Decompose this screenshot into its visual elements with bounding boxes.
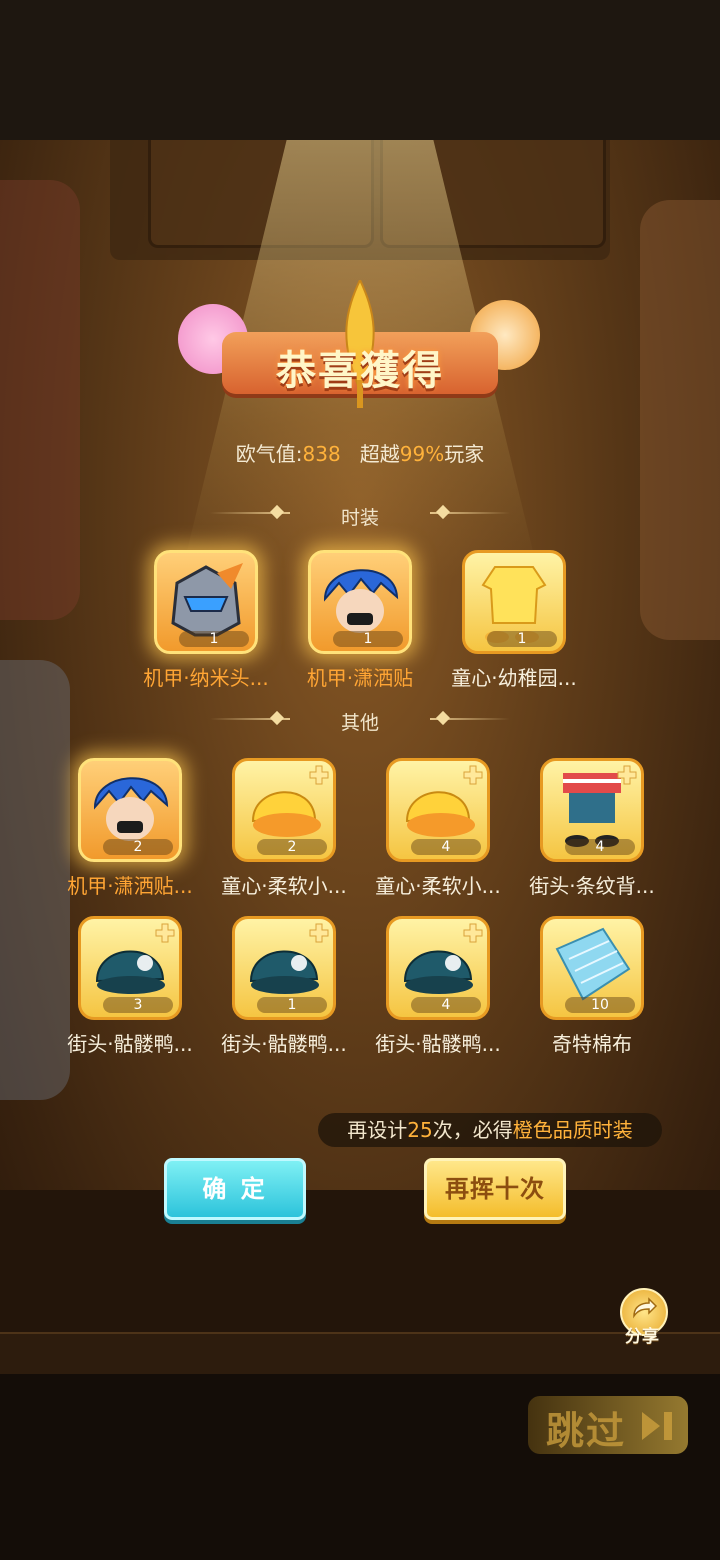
title-text: 恭喜獲得 [276,348,444,394]
share-label[interactable]: 分享 [612,1322,672,1347]
plus-badge-icon [617,765,637,785]
plus-badge-icon [463,923,483,943]
reward-item-2[interactable]: 1 [308,550,412,654]
notice-prefix: 再设计 [347,1118,408,1142]
reward-item-name: 奇特棉布 [552,1032,632,1056]
plus-badge-icon [155,923,175,943]
skip-arrow-icon[interactable] [640,1408,680,1444]
luck-label: 欧气值: [235,442,303,466]
reward-item-3[interactable]: 1 [462,550,566,654]
item-count: 2 [257,839,327,855]
reward-item-10[interactable]: 4 [386,916,490,1020]
luck-summary: 欧气值:838 超越99%玩家 [0,438,720,467]
item-count: 1 [487,631,557,647]
reward-item-name: 街头·骷髅鸭... [67,1032,193,1056]
notice-reward: 橙色品质时装 [512,1118,633,1142]
draw-ten-again-button[interactable]: 再挥十次 [424,1158,566,1220]
reward-item-name: 机甲·潇洒贴 [306,666,414,690]
surpass-label: 超越 [359,442,400,466]
reward-item-name: 街头·条纹背... [529,874,655,898]
reward-item-name: 街头·骷髅鸭... [221,1032,347,1056]
reward-item-9[interactable]: 1 [232,916,336,1020]
reward-item-4[interactable]: 2 [78,758,182,862]
reward-item-6[interactable]: 4 [386,758,490,862]
left-side-decoration [0,180,80,620]
reward-item-11[interactable]: 10 [540,916,644,1020]
reward-item-name: 机甲·潇洒贴... [67,874,193,898]
plus-badge-icon [463,765,483,785]
reward-item-1[interactable]: 1 [154,550,258,654]
reward-item-7[interactable]: 4 [540,758,644,862]
plus-badge-icon [309,923,329,943]
item-count: 4 [411,997,481,1013]
reward-item-name: 街头·骷髅鸭... [375,1032,501,1056]
plus-badge-icon [309,765,329,785]
reward-item-name: 童心·柔软小... [375,874,501,898]
confirm-button[interactable]: 确 定 [164,1158,306,1220]
section-title-other: 其他 [340,712,379,734]
notice-mid: 次，必得 [432,1118,513,1142]
item-count: 1 [333,631,403,647]
reward-item-name: 童心·幼稚园... [451,666,577,690]
reward-item-name: 机甲·纳米头... [143,666,269,690]
item-count: 3 [103,997,173,1013]
guarantee-notice: 再设计25次，必得橙色品质时装 [318,1113,662,1147]
item-count: 1 [179,631,249,647]
top-dark-bar [0,0,720,140]
item-count: 4 [411,839,481,855]
reward-item-8[interactable]: 3 [78,916,182,1020]
reward-item-name: 童心·柔软小... [221,874,347,898]
item-count: 1 [257,997,327,1013]
surpass-percent: 99% [399,442,445,466]
luck-value: 838 [302,442,341,466]
item-count: 2 [103,839,173,855]
item-count: 10 [565,997,635,1013]
reward-item-5[interactable]: 2 [232,758,336,862]
section-title-fashion: 时装 [340,507,379,529]
surpass-suffix: 玩家 [444,442,485,466]
item-count: 4 [565,839,635,855]
notice-count: 25 [407,1118,433,1142]
right-side-decoration [640,200,720,640]
skip-label[interactable]: 跳过 [546,1400,626,1455]
